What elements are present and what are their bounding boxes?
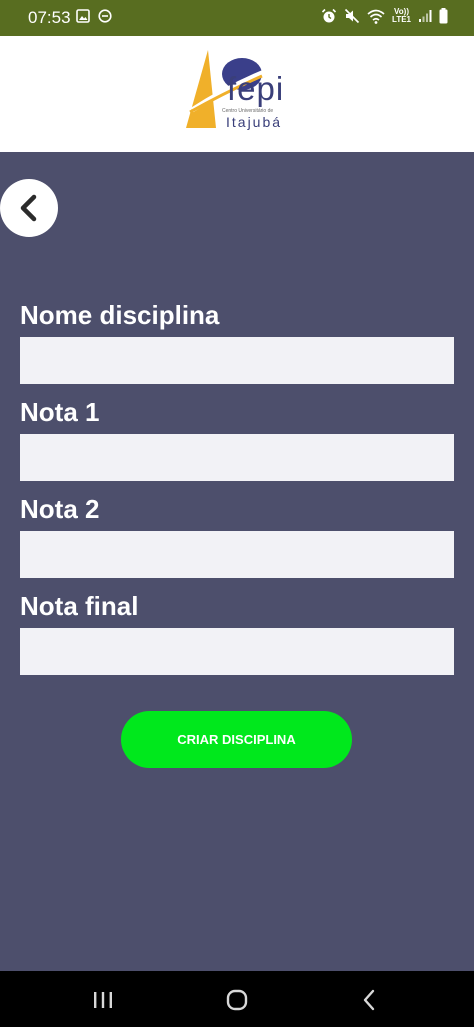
- nota-1-input[interactable]: [20, 434, 454, 481]
- status-right-icons: Vo)) LTE1: [321, 8, 448, 24]
- nota-2-input[interactable]: [20, 531, 454, 578]
- wifi-icon: [367, 9, 385, 24]
- app-header: fepi Centro Universitário de Itajubá: [0, 36, 474, 152]
- home-button[interactable]: [222, 985, 252, 1015]
- lte-icon: Vo)) LTE1: [392, 8, 411, 24]
- criar-disciplina-button[interactable]: CRIAR DISCIPLINA: [121, 711, 352, 768]
- alarm-icon: [321, 8, 337, 24]
- image-icon: [76, 9, 90, 23]
- status-bar: 07:53 Vo)) LTE1: [0, 0, 474, 36]
- dnd-icon: [98, 9, 112, 23]
- mute-icon: [344, 8, 360, 24]
- status-time: 07:53: [28, 8, 71, 27]
- nome-disciplina-input[interactable]: [20, 337, 454, 384]
- nota-final-label: Nota final: [20, 591, 139, 621]
- navigation-bar: [0, 971, 474, 1027]
- logo-city: Itajubá: [226, 114, 283, 130]
- nome-disciplina-label: Nome disciplina: [20, 300, 220, 330]
- status-left-icons: [76, 9, 112, 23]
- back-button[interactable]: [0, 179, 58, 237]
- chevron-left-icon: [20, 194, 37, 222]
- logo-text: fepi: [227, 70, 285, 107]
- system-back-button[interactable]: [354, 985, 384, 1015]
- recents-icon: [94, 992, 112, 1008]
- nota-1-label: Nota 1: [20, 397, 100, 427]
- app-screen: 07:53 Vo)) LTE1 fepi Centro Universitári…: [0, 0, 474, 1027]
- signal-icon: [418, 9, 432, 23]
- fepi-logo: fepi Centro Universitário de Itajubá: [186, 48, 294, 142]
- battery-icon: [439, 8, 448, 24]
- nota-final-input[interactable]: [20, 628, 454, 675]
- nota-2-label: Nota 2: [20, 494, 100, 524]
- back-icon: [363, 989, 375, 1011]
- home-icon: [226, 989, 248, 1011]
- recents-button[interactable]: [88, 985, 118, 1015]
- lte-bottom-label: LTE1: [392, 15, 411, 24]
